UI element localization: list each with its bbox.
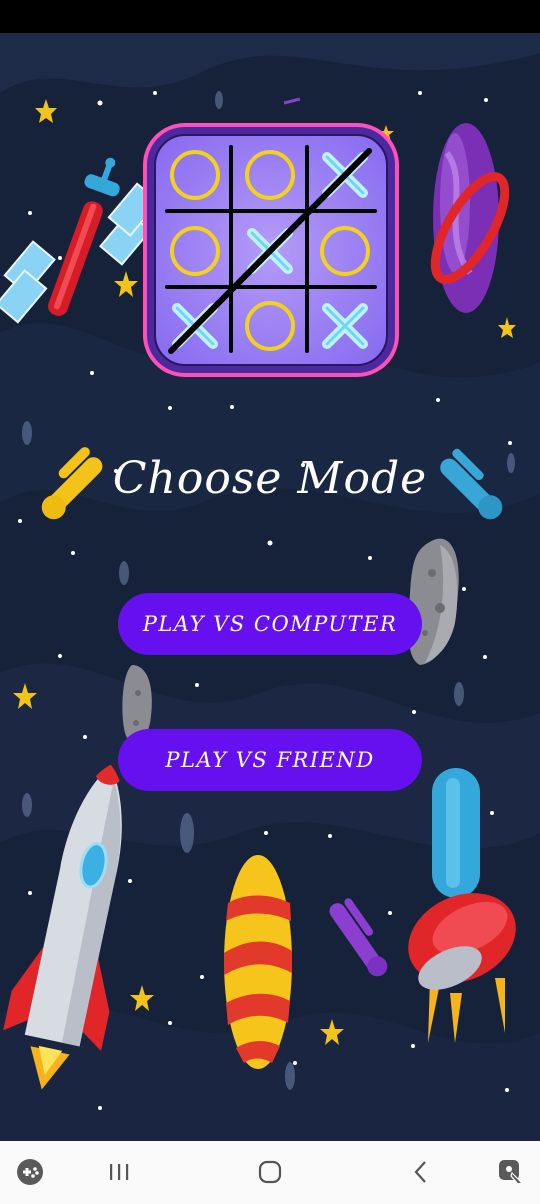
assistant-icon[interactable]: [496, 1157, 526, 1187]
asteroid-illustration: [408, 538, 459, 665]
choose-mode-title: Choose Mode: [112, 453, 428, 504]
game-screen: Choose Mode PLAY VS COMPUTER PLAY VS FRI…: [0, 33, 540, 1141]
home-icon[interactable]: [255, 1157, 285, 1187]
tic-tac-toe-logo: [143, 123, 399, 377]
ringed-planet-illustration: [430, 123, 510, 313]
back-icon[interactable]: [406, 1157, 436, 1187]
game-launcher-icon[interactable]: [15, 1157, 45, 1187]
recent-apps-icon[interactable]: [104, 1157, 134, 1187]
status-bar: [0, 0, 540, 33]
striped-planet-illustration: [224, 855, 292, 1069]
purple-comet-illustration: [329, 898, 388, 977]
play-vs-computer-button[interactable]: PLAY VS COMPUTER: [118, 593, 422, 655]
play-vs-friend-button[interactable]: PLAY VS FRIEND: [118, 729, 422, 791]
system-navigation-bar: [0, 1141, 540, 1204]
